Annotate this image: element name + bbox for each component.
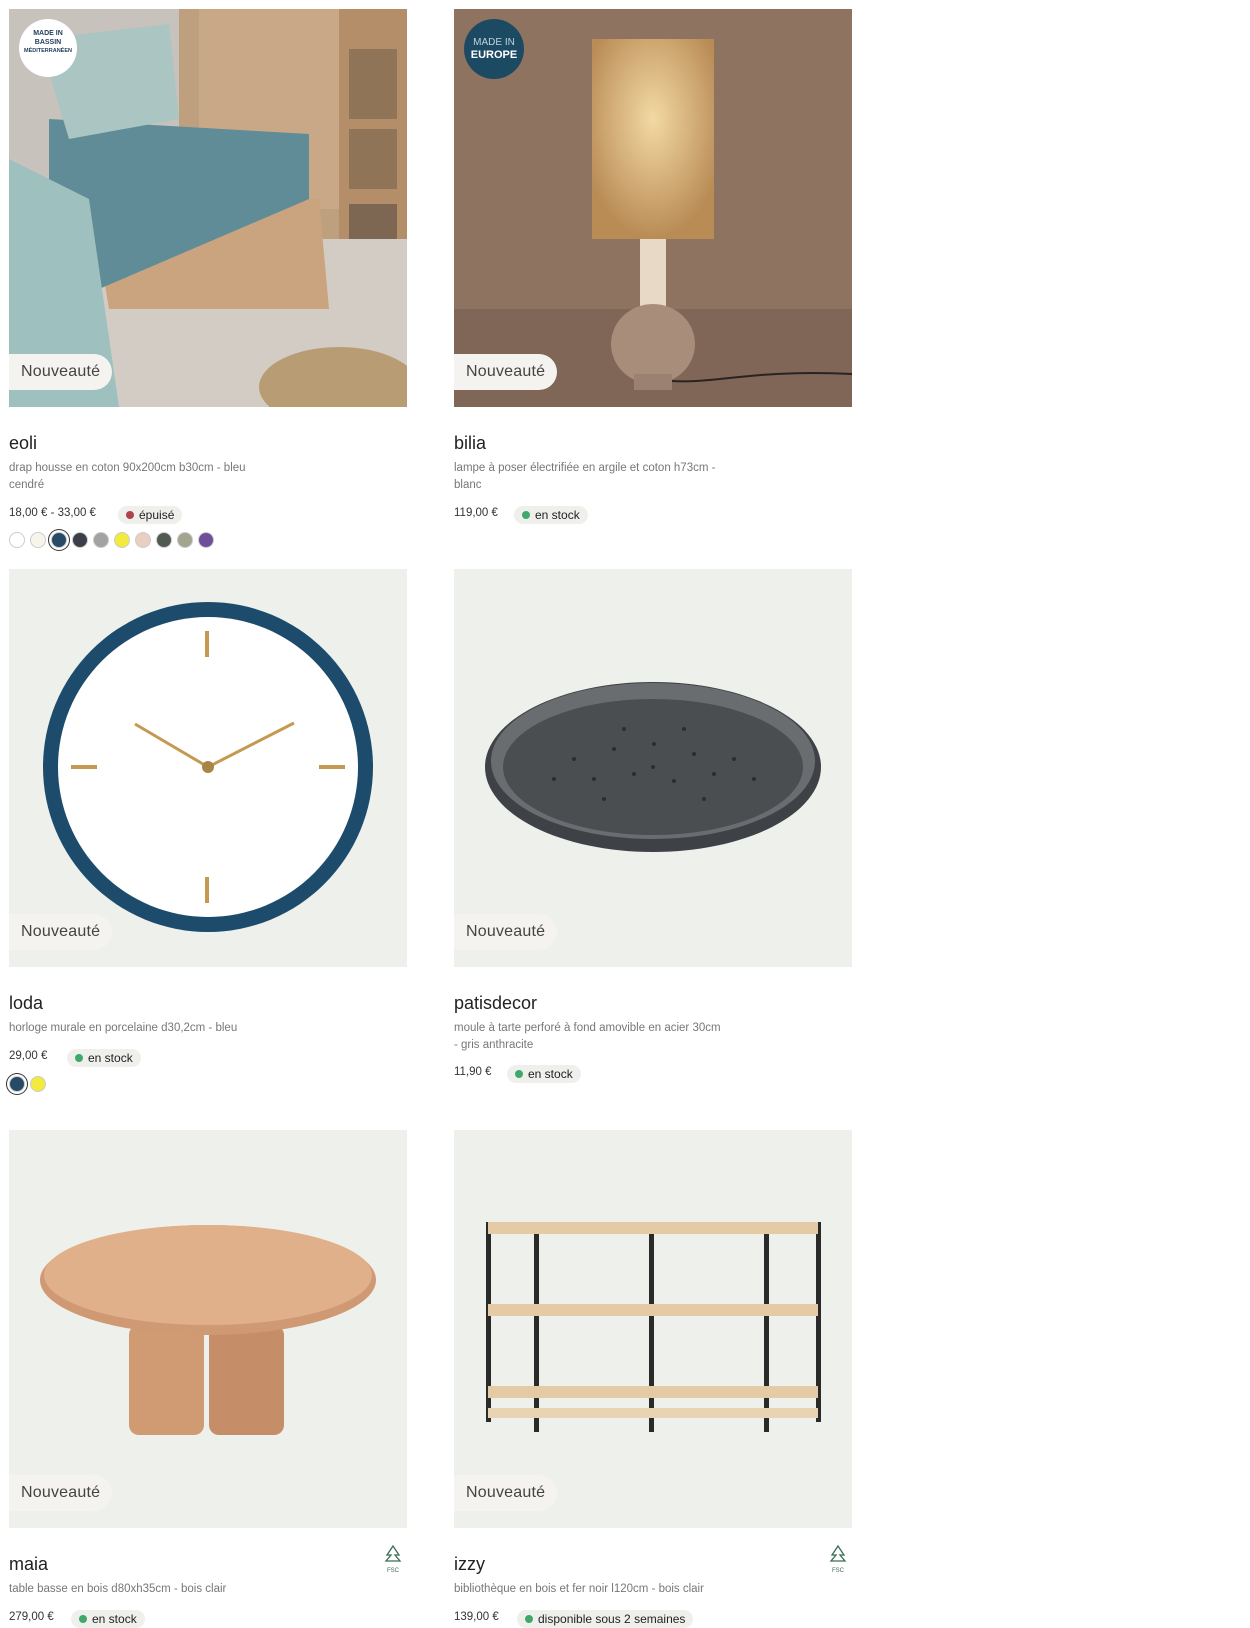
stock-status-dot [515, 1070, 523, 1078]
new-badge: Nouveauté [9, 914, 113, 950]
stock-badge: épuisé [118, 506, 183, 524]
product-price: 139,00 € [454, 1611, 499, 1623]
swatch-navy[interactable] [72, 532, 88, 548]
product-price: 119,00 € [454, 507, 498, 519]
made-in-europe-logo: MADE IN EUROPE [464, 19, 524, 79]
stock-status-dot [126, 511, 134, 519]
product-image-bilia[interactable]: MADE IN EUROPE Nouveauté [454, 9, 852, 407]
product-image-patisdecor[interactable]: Nouveauté [454, 569, 852, 967]
stock-label: en stock [535, 508, 580, 522]
stock-badge: disponible sous 2 semaines [517, 1610, 694, 1628]
new-badge: Nouveauté [454, 354, 558, 390]
new-badge: Nouveauté [454, 1475, 558, 1511]
product-description[interactable]: moule à tarte perforé à fond amovible en… [454, 1020, 724, 1054]
product-description[interactable]: bibliothèque en bois et fer noir l120cm … [454, 1581, 754, 1598]
product-card-izzy[interactable]: Nouveauté izzy bibliothèque en bois et f… [454, 1130, 852, 1628]
product-name[interactable]: maia [9, 1554, 48, 1575]
product-image-izzy[interactable]: Nouveauté [454, 1130, 852, 1528]
swatch-blue-selected[interactable] [51, 532, 67, 548]
new-badge: Nouveauté [9, 354, 113, 390]
product-card-loda[interactable]: Nouveauté loda horloge murale en porcela… [9, 569, 407, 1092]
stock-badge: en stock [67, 1049, 141, 1067]
swatch-dark-green[interactable] [156, 532, 172, 548]
stock-status-dot [79, 1615, 87, 1623]
stock-badge: en stock [514, 506, 588, 524]
bookshelf-photo [454, 1130, 852, 1528]
product-card-eoli[interactable]: MADE IN BASSIN MÉDITERRANÉEN Nouveauté e… [9, 9, 407, 548]
bed-photo [9, 9, 407, 407]
logo-line-1: MADE IN [473, 37, 515, 48]
stock-status-dot [525, 1615, 533, 1623]
product-price: 279,00 € [9, 1611, 54, 1623]
product-name[interactable]: izzy [454, 1554, 485, 1575]
tart-pan-photo [454, 569, 852, 967]
product-card-patisdecor[interactable]: Nouveauté patisdecor moule à tarte perfo… [454, 569, 852, 1083]
stock-label: en stock [92, 1612, 137, 1626]
product-image-eoli[interactable]: MADE IN BASSIN MÉDITERRANÉEN Nouveauté [9, 9, 407, 407]
product-name[interactable]: patisdecor [454, 993, 537, 1014]
stock-badge: en stock [71, 1610, 145, 1628]
stock-label: en stock [88, 1051, 133, 1065]
new-badge: Nouveauté [9, 1475, 113, 1511]
product-image-maia[interactable]: Nouveauté [9, 1130, 407, 1528]
clock-photo [9, 569, 407, 967]
swatch-yellow[interactable] [30, 1076, 46, 1092]
swatch-white[interactable] [9, 532, 25, 548]
stock-label: épuisé [139, 508, 175, 522]
new-badge: Nouveauté [454, 914, 558, 950]
product-description[interactable]: drap housse en coton 90x200cm b30cm - bl… [9, 460, 279, 494]
swatch-cream[interactable] [30, 532, 46, 548]
product-price: 18,00 € - 33,00 € [9, 507, 96, 519]
stock-status-dot [75, 1054, 83, 1062]
product-image-loda[interactable]: Nouveauté [9, 569, 407, 967]
product-name[interactable]: loda [9, 993, 43, 1014]
swatch-pink[interactable] [135, 532, 151, 548]
logo-line-3: MÉDITERRANÉEN [24, 48, 72, 54]
product-name[interactable]: bilia [454, 433, 486, 454]
logo-line-2: BASSIN [34, 39, 62, 46]
fsc-label: FSC [832, 1568, 844, 1574]
fsc-tree-icon [384, 1544, 402, 1562]
product-card-bilia[interactable]: MADE IN EUROPE Nouveauté bilia lampe à p… [454, 9, 852, 524]
product-price: 29,00 € [9, 1050, 48, 1062]
product-description[interactable]: lampe à poser électrifiée en argile et c… [454, 460, 724, 494]
color-swatches [9, 532, 214, 548]
product-price: 11,90 € [454, 1066, 492, 1078]
color-swatches [9, 1076, 46, 1092]
stock-label: en stock [528, 1067, 573, 1081]
logo-line-2: EUROPE [470, 49, 518, 61]
fsc-icon: FSC [383, 1544, 403, 1574]
product-name[interactable]: eoli [9, 433, 37, 454]
swatch-purple[interactable] [198, 532, 214, 548]
fsc-icon: FSC [828, 1544, 848, 1574]
swatch-yellow[interactable] [114, 532, 130, 548]
swatch-grey[interactable] [93, 532, 109, 548]
product-card-maia[interactable]: Nouveauté maia table basse en bois d80xh… [9, 1130, 407, 1628]
coffee-table-photo [9, 1130, 407, 1528]
fsc-tree-icon [829, 1544, 847, 1562]
made-in-mediterranean-logo: MADE IN BASSIN MÉDITERRANÉEN [19, 19, 77, 77]
product-description[interactable]: horloge murale en porcelaine d30,2cm - b… [9, 1020, 279, 1037]
swatch-sage[interactable] [177, 532, 193, 548]
stock-label: disponible sous 2 semaines [538, 1612, 686, 1626]
stock-status-dot [522, 511, 530, 519]
fsc-label: FSC [387, 1568, 399, 1574]
logo-line-1: MADE IN [33, 30, 63, 37]
stock-badge: en stock [507, 1065, 581, 1083]
swatch-blue-selected[interactable] [9, 1076, 25, 1092]
product-description[interactable]: table basse en bois d80xh35cm - bois cla… [9, 1581, 279, 1598]
